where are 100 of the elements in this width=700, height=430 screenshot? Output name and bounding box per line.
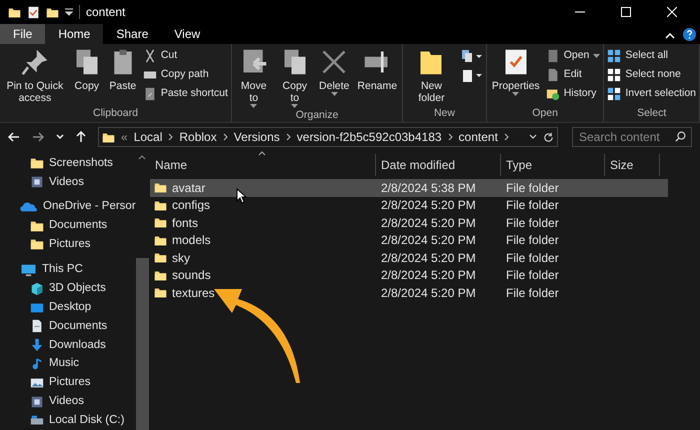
monitor-icon xyxy=(20,263,37,278)
group-label: New xyxy=(432,107,456,121)
breadcrumb[interactable]: content xyxy=(458,128,498,146)
ribbon-icon-button[interactable] xyxy=(460,48,483,64)
select-none-icon xyxy=(607,68,622,82)
ribbon-button[interactable]: Delete xyxy=(317,48,352,97)
search-field[interactable]: Search content xyxy=(572,127,692,147)
ribbon-button[interactable]: Invert selection xyxy=(607,86,696,102)
column-header[interactable]: Date modified xyxy=(376,154,501,176)
ribbon-button[interactable]: Cut xyxy=(142,48,228,64)
sidebar-item[interactable]: 3D Objects xyxy=(0,279,136,298)
ribbon-button[interactable]: Copy path xyxy=(142,67,228,83)
ribbon-tab[interactable]: Share xyxy=(103,24,162,44)
column-header[interactable]: Type xyxy=(501,154,605,176)
dropdown-icon[interactable] xyxy=(65,8,73,16)
ribbon-icon-button[interactable] xyxy=(460,67,483,83)
sidebar-item[interactable]: Desktop xyxy=(0,298,136,318)
folder-icon xyxy=(30,156,44,170)
column-header[interactable]: Name xyxy=(150,154,376,176)
ribbon-tab[interactable]: Home xyxy=(45,24,104,44)
film-icon xyxy=(30,175,44,190)
back-arrow-icon[interactable] xyxy=(8,132,20,142)
group-label: Organize xyxy=(294,109,340,123)
file-row[interactable]: textures 2/8/2024 5:20 PM File folder xyxy=(150,284,668,302)
file-row[interactable]: fonts 2/8/2024 5:20 PM File folder xyxy=(150,214,668,232)
chevron-right-icon[interactable] xyxy=(286,133,291,141)
sidebar-item[interactable]: Documents xyxy=(0,216,136,236)
file-name: fonts xyxy=(172,214,198,232)
ribbon-button[interactable]: Move to xyxy=(234,48,273,109)
date-cell: 2/8/2024 5:20 PM xyxy=(381,216,476,230)
scroll-up-icon[interactable] xyxy=(138,155,146,160)
ribbon-button[interactable]: Rename xyxy=(355,48,400,92)
folder-icon xyxy=(30,237,44,252)
sidebar-item[interactable]: Music xyxy=(0,354,136,374)
file-row[interactable]: sounds 2/8/2024 5:20 PM File folder xyxy=(150,266,668,284)
ribbon-button[interactable]: New folder xyxy=(406,48,457,104)
sidebar-item[interactable]: Pictures xyxy=(0,235,136,254)
scrollbar-thumb[interactable] xyxy=(136,258,149,430)
chevron-right-icon[interactable] xyxy=(222,133,228,141)
ribbon-button[interactable]: Edit xyxy=(546,67,600,83)
sidebar-item[interactable]: Pictures xyxy=(0,373,136,392)
folder-icon xyxy=(102,130,115,144)
ribbon-button[interactable]: Select none xyxy=(607,67,696,83)
file-row[interactable]: avatar 2/8/2024 5:38 PM File folder xyxy=(150,179,668,196)
file-name: sounds xyxy=(172,267,211,284)
sidebar-item[interactable]: OneDrive - Persor xyxy=(0,197,136,216)
chevron-right-icon[interactable] xyxy=(168,133,174,141)
file-row[interactable]: models 2/8/2024 5:20 PM File folder xyxy=(150,232,668,249)
date-cell: 2/8/2024 5:38 PM xyxy=(381,180,476,195)
ribbon-tab[interactable]: View xyxy=(161,24,214,44)
sidebar-item[interactable]: Videos xyxy=(0,172,136,192)
group-label: Select xyxy=(636,107,668,121)
up-arrow-icon[interactable] xyxy=(76,131,86,143)
forward-arrow-icon[interactable] xyxy=(32,132,44,142)
type-cell: File folder xyxy=(506,180,559,195)
breadcrumb[interactable]: Roblox xyxy=(179,128,217,146)
checklist-icon[interactable] xyxy=(27,6,40,18)
ribbon-button[interactable]: History xyxy=(546,86,600,102)
date-cell: 2/8/2024 5:20 PM xyxy=(381,286,476,300)
ribbon-tab[interactable]: File xyxy=(0,24,46,44)
ribbon-button[interactable]: Copy to xyxy=(276,48,314,109)
overflow-chevron[interactable]: « xyxy=(121,128,128,146)
sidebar-item[interactable]: Local Disk (C:) xyxy=(0,411,136,430)
chevron-down-icon[interactable] xyxy=(529,134,537,140)
sidebar-item[interactable]: Screenshots xyxy=(0,154,136,173)
breadcrumb[interactable]: Versions xyxy=(234,128,280,146)
file-row[interactable]: sky 2/8/2024 5:20 PM File folder xyxy=(150,249,668,266)
address-bar[interactable]: « Local Roblox Versions version-f2b5c592c03b4183 content xyxy=(98,127,558,147)
chevron-right-icon[interactable] xyxy=(504,133,509,141)
folder-icon xyxy=(8,6,21,18)
ribbon-button[interactable]: Pin to Quick access xyxy=(3,48,67,104)
breadcrumb[interactable]: version-f2b5c592c03b4183 xyxy=(296,128,442,146)
help-icon[interactable] xyxy=(683,28,696,41)
easy-access-icon xyxy=(460,67,483,83)
chevron-right-icon[interactable] xyxy=(448,133,453,141)
ribbon-button[interactable]: Copy xyxy=(70,48,103,92)
column-header[interactable]: Size xyxy=(605,154,660,176)
ribbon-button[interactable]: Open xyxy=(546,48,600,64)
sidebar-item[interactable]: This PC xyxy=(0,260,136,280)
history-icon xyxy=(546,87,560,101)
file-row[interactable]: configs 2/8/2024 5:20 PM File folder xyxy=(150,196,668,214)
sidebar-item[interactable]: Documents xyxy=(0,317,136,336)
select-all-icon xyxy=(607,49,622,63)
type-cell: File folder xyxy=(506,250,559,265)
desktop-icon xyxy=(30,300,44,315)
breadcrumb[interactable]: Local xyxy=(134,128,162,146)
ribbon-button[interactable]: Select all xyxy=(607,48,696,64)
folder-icon xyxy=(46,6,59,18)
ribbon-button[interactable]: Properties xyxy=(490,48,542,97)
folder-icon xyxy=(154,234,167,247)
folder-icon xyxy=(154,286,167,300)
ribbon-button[interactable]: Paste xyxy=(106,48,139,92)
new-item-icon xyxy=(460,48,483,64)
file-name: sky xyxy=(172,250,190,267)
collapse-ribbon-icon[interactable] xyxy=(665,32,675,39)
sidebar-item[interactable]: Downloads xyxy=(0,336,136,355)
shortcut-icon xyxy=(142,87,157,101)
refresh-icon[interactable] xyxy=(543,132,554,142)
ribbon-button[interactable]: Paste shortcut xyxy=(142,86,228,102)
sidebar-item[interactable]: Videos xyxy=(0,392,136,412)
